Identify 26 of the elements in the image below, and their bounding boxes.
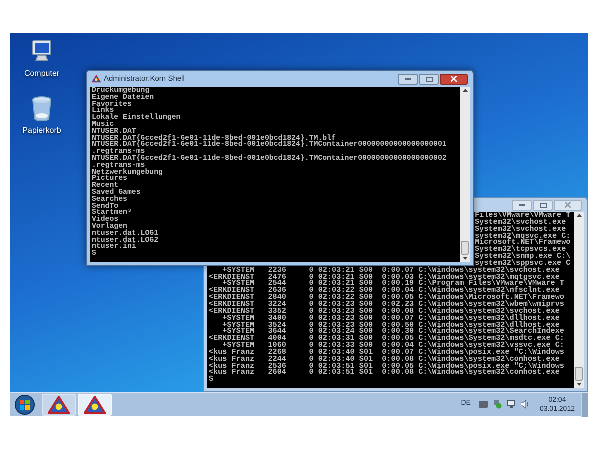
app-triangle-icon — [84, 396, 106, 414]
scroll-thumb[interactable] — [575, 367, 583, 381]
recycle-bin-icon — [31, 96, 53, 122]
desktop-icon-label[interactable]: Papierkorb — [22, 125, 62, 137]
scroll-down-arrow-icon[interactable] — [462, 257, 468, 260]
speaker-icon[interactable] — [520, 400, 530, 409]
maximize-button[interactable] — [419, 74, 439, 84]
close-icon — [565, 202, 571, 208]
scroll-up-arrow-icon[interactable] — [576, 214, 582, 217]
scroll-down-arrow-icon[interactable] — [576, 383, 582, 386]
windows-logo-icon — [15, 394, 35, 414]
close-icon — [451, 76, 457, 82]
maximize-button[interactable] — [533, 200, 553, 210]
scrollbar[interactable] — [574, 212, 584, 388]
vm-tray-icon[interactable] — [478, 401, 488, 408]
taskbar-app-button[interactable] — [42, 394, 76, 416]
app-triangle-icon — [92, 75, 101, 83]
scroll-up-arrow-icon[interactable] — [462, 89, 468, 92]
minimize-button[interactable] — [512, 200, 532, 210]
minimize-button[interactable] — [398, 74, 418, 84]
close-button[interactable] — [440, 74, 468, 84]
app-triangle-icon — [48, 396, 70, 414]
desktop-icon-label[interactable]: Computer — [24, 68, 60, 80]
scroll-thumb[interactable] — [461, 241, 469, 255]
scrollbar[interactable] — [460, 87, 470, 262]
network-tray-icon[interactable] — [506, 400, 516, 409]
